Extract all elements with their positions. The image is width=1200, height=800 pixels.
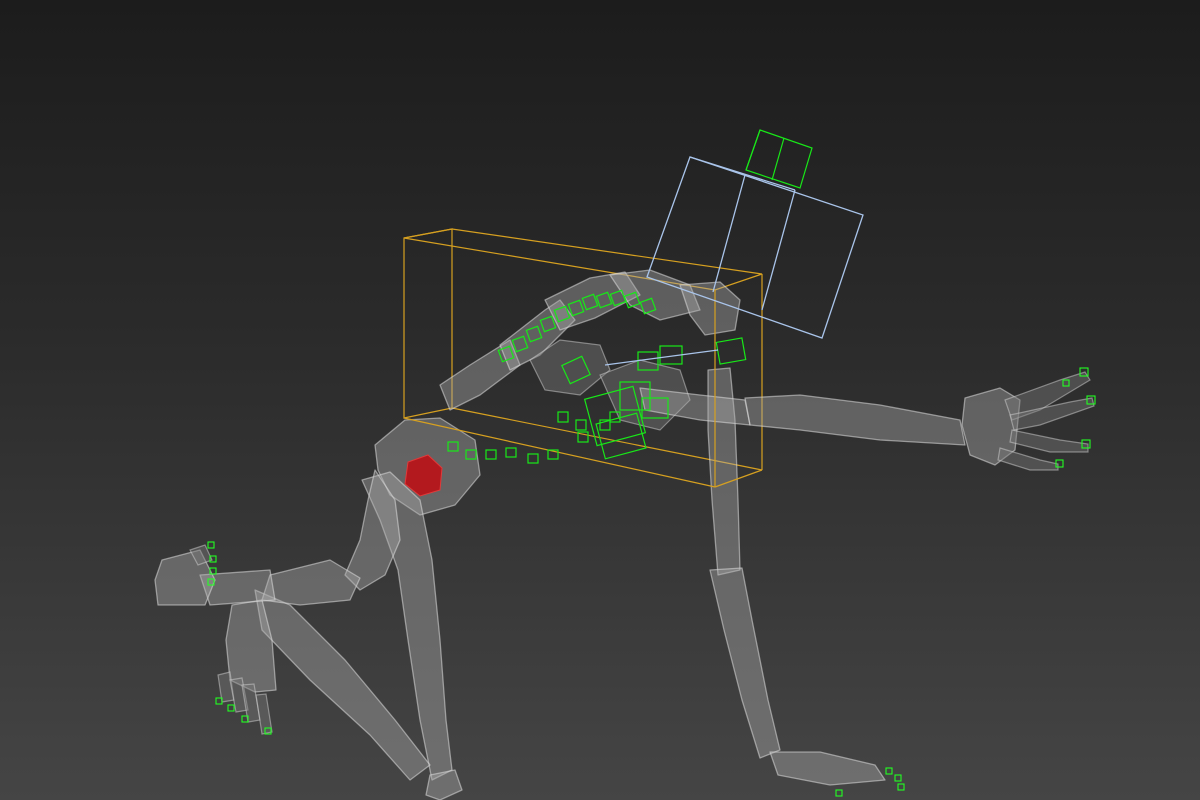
left-leg[interactable]: [225, 471, 463, 800]
rig-scene[interactable]: [0, 0, 1200, 800]
3d-viewport[interactable]: [0, 0, 1200, 800]
left-arm[interactable]: [154, 469, 401, 606]
